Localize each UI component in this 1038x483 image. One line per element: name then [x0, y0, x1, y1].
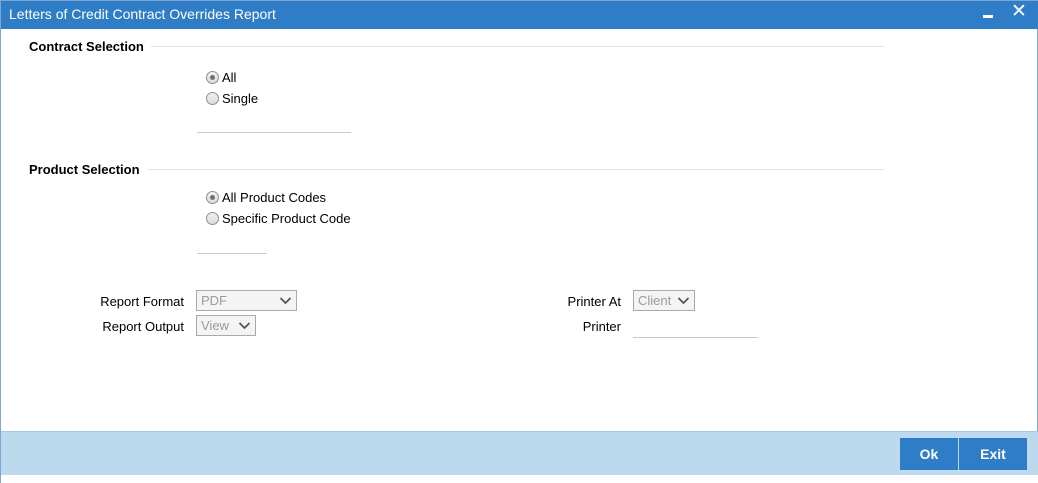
- report-output-label: Report Output: [102, 319, 184, 334]
- contract-reference-field[interactable]: [197, 132, 351, 133]
- radio-label: All: [222, 69, 237, 85]
- window-bottom-edge: [1, 475, 1038, 483]
- radio-label: All Product Codes: [222, 189, 327, 205]
- radio-label: Specific Product Code: [222, 210, 351, 226]
- window-title: Letters of Credit Contract Overrides Rep…: [9, 6, 276, 22]
- radio-contract-all[interactable]: All: [206, 68, 236, 86]
- contract-selection-title: Contract Selection: [29, 39, 144, 54]
- section-divider: [148, 169, 884, 170]
- radio-label: Single: [222, 90, 259, 106]
- chevron-down-icon: [238, 322, 251, 330]
- report-format-value: PDF: [201, 293, 227, 308]
- footer-bar: Ok Exit: [1, 431, 1038, 475]
- printer-at-value: Client: [638, 293, 672, 308]
- report-format-select[interactable]: PDF: [196, 290, 297, 311]
- printer-label: Printer: [582, 319, 621, 334]
- report-window: Letters of Credit Contract Overrides Rep…: [0, 0, 1038, 483]
- close-icon[interactable]: ✕: [1008, 0, 1030, 24]
- printer-at-label: Printer At: [567, 294, 621, 309]
- radio-button[interactable]: [206, 91, 219, 105]
- product-selection-title: Product Selection: [29, 162, 140, 177]
- radio-button[interactable]: [206, 70, 219, 84]
- radio-button[interactable]: [206, 211, 219, 225]
- radio-all-product-codes[interactable]: All Product Codes: [206, 188, 326, 206]
- exit-button[interactable]: Exit: [959, 438, 1027, 470]
- radio-specific-product-code[interactable]: Specific Product Code: [206, 209, 351, 227]
- report-format-label: Report Format: [100, 294, 184, 309]
- chevron-down-icon: [677, 297, 690, 305]
- radio-button[interactable]: [206, 190, 219, 204]
- report-output-value: View: [201, 318, 229, 333]
- printer-field[interactable]: [633, 337, 758, 338]
- report-output-select[interactable]: View: [196, 315, 256, 336]
- product-code-field[interactable]: [197, 253, 267, 254]
- radio-contract-single[interactable]: Single: [206, 89, 258, 107]
- minimize-icon[interactable]: [977, 2, 999, 26]
- printer-at-select[interactable]: Client: [633, 290, 695, 311]
- ok-button[interactable]: Ok: [900, 438, 958, 470]
- chevron-down-icon: [279, 297, 292, 305]
- title-bar: Letters of Credit Contract Overrides Rep…: [1, 1, 1038, 29]
- section-divider: [151, 46, 884, 47]
